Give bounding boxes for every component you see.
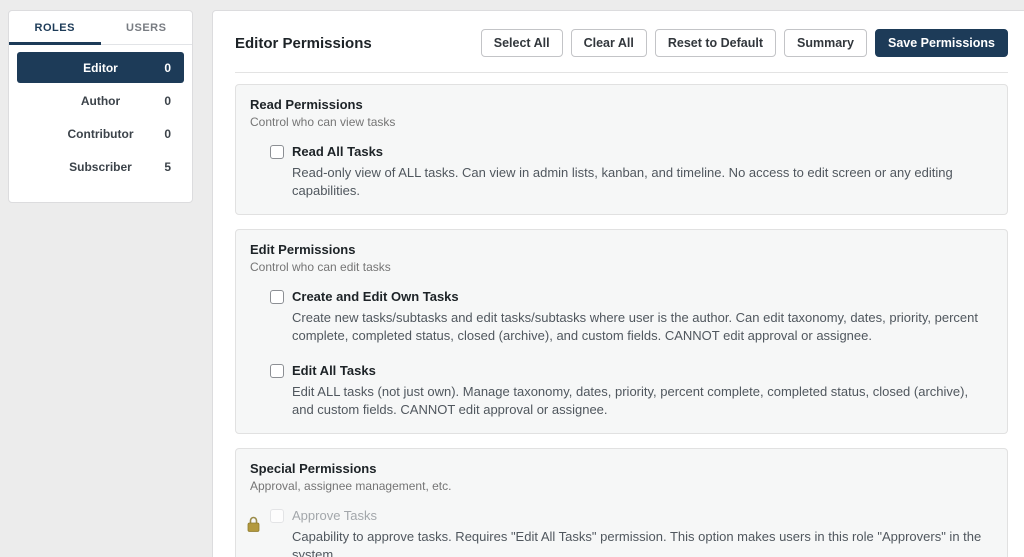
roles-sidebar: ROLES USERS Editor 0 Author 0 Contributo… xyxy=(8,10,193,203)
reset-to-default-button[interactable]: Reset to Default xyxy=(654,29,776,57)
select-all-button[interactable]: Select All xyxy=(480,29,563,57)
perm-item-create-edit-own-tasks: Create and Edit Own Tasks Create new tas… xyxy=(270,289,993,345)
role-item-contributor[interactable]: Contributor 0 xyxy=(17,118,184,149)
perm-label[interactable]: Create and Edit Own Tasks xyxy=(292,289,459,304)
save-permissions-button[interactable]: Save Permissions xyxy=(874,29,1008,57)
lock-icon xyxy=(247,516,260,532)
role-count-badge: 5 xyxy=(164,159,171,174)
role-list: Editor 0 Author 0 Contributor 0 Subscrib… xyxy=(9,45,192,191)
role-count-badge: 0 xyxy=(164,60,171,75)
role-count-badge: 0 xyxy=(164,93,171,108)
role-name: Editor xyxy=(83,60,118,75)
create-edit-own-tasks-checkbox[interactable] xyxy=(270,289,284,304)
summary-button[interactable]: Summary xyxy=(784,29,867,57)
role-item-subscriber[interactable]: Subscriber 5 xyxy=(17,151,184,182)
page-title: Editor Permissions xyxy=(235,34,372,52)
perm-label: Approve Tasks xyxy=(292,508,378,523)
read-all-tasks-checkbox[interactable] xyxy=(270,144,284,159)
perm-label[interactable]: Read All Tasks xyxy=(292,144,383,159)
perm-label[interactable]: Edit All Tasks xyxy=(292,363,376,378)
section-subtitle: Control who can edit tasks xyxy=(250,260,391,274)
section-special-permissions: Special Permissions Approval, assignee m… xyxy=(235,448,1008,557)
section-title: Special Permissions xyxy=(250,461,377,476)
tab-users[interactable]: USERS xyxy=(101,11,193,44)
section-title: Read Permissions xyxy=(250,97,363,112)
edit-all-tasks-checkbox[interactable] xyxy=(270,363,284,378)
role-count-badge: 0 xyxy=(164,126,171,141)
perm-item-approve-tasks: Approve Tasks Capability to approve task… xyxy=(247,508,993,557)
section-subtitle: Approval, assignee management, etc. xyxy=(250,479,452,493)
role-name: Contributor xyxy=(67,126,134,141)
role-item-editor[interactable]: Editor 0 xyxy=(17,52,184,83)
approve-tasks-checkbox-disabled xyxy=(270,508,284,523)
perm-description: Create new tasks/subtasks and edit tasks… xyxy=(292,310,978,343)
tab-roles[interactable]: ROLES xyxy=(9,11,101,45)
role-item-author[interactable]: Author 0 xyxy=(17,85,184,116)
perm-item-read-all-tasks: Read All Tasks Read-only view of ALL tas… xyxy=(270,144,993,200)
perm-description: Capability to approve tasks. Requires "E… xyxy=(292,529,982,557)
permissions-panel: Editor Permissions Select All Clear All … xyxy=(212,10,1024,557)
clear-all-button[interactable]: Clear All xyxy=(570,29,647,57)
perm-item-edit-all-tasks: Edit All Tasks Edit ALL tasks (not just … xyxy=(270,363,993,419)
section-title: Edit Permissions xyxy=(250,242,356,257)
toolbar: Select All Clear All Reset to Default Su… xyxy=(480,29,1008,57)
sidebar-tabs: ROLES USERS xyxy=(9,11,192,45)
section-subtitle: Control who can view tasks xyxy=(250,115,396,129)
section-edit-permissions: Edit Permissions Control who can edit ta… xyxy=(235,229,1008,434)
section-read-permissions: Read Permissions Control who can view ta… xyxy=(235,84,1008,215)
role-name: Subscriber xyxy=(69,159,132,174)
perm-description: Read-only view of ALL tasks. Can view in… xyxy=(292,165,953,198)
perm-description: Edit ALL tasks (not just own). Manage ta… xyxy=(292,384,969,417)
role-name: Author xyxy=(80,93,121,108)
panel-header: Editor Permissions Select All Clear All … xyxy=(235,29,1008,73)
